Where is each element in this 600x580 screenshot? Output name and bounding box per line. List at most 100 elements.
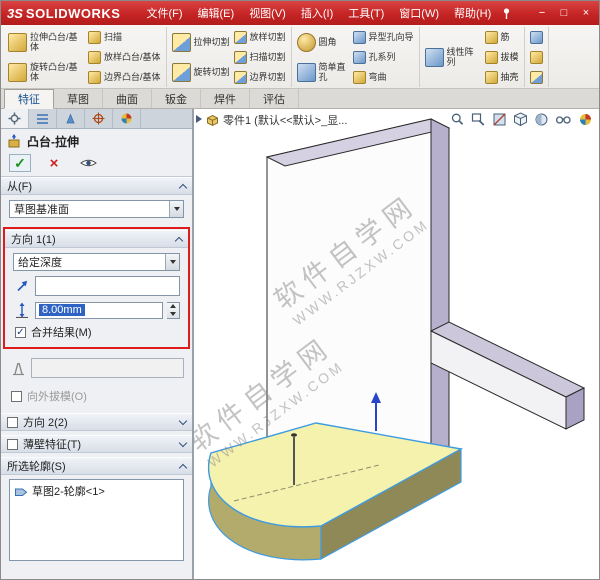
revolved-boss-button[interactable]: 旋转凸台/基体 xyxy=(8,58,84,86)
reverse-direction-icon[interactable] xyxy=(13,277,31,295)
section-thin-feature-header[interactable]: 薄壁特征(T) xyxy=(1,435,192,453)
tab-features[interactable]: 特征 xyxy=(4,89,54,109)
model-viewport[interactable] xyxy=(194,109,599,580)
merge-result-checkbox[interactable]: ✓ xyxy=(15,326,26,338)
end-condition-dropdown[interactable]: 给定深度 xyxy=(13,253,180,271)
panel-collapse-arrow-icon[interactable] xyxy=(196,115,202,123)
feature-title-row: 凸台-拉伸 xyxy=(1,129,192,152)
tab-feature-tree[interactable] xyxy=(29,109,57,128)
from-plane-dropdown[interactable]: 草图基准面 xyxy=(9,200,184,218)
spinner-up-icon[interactable] xyxy=(167,303,179,311)
zoom-fit-icon[interactable] xyxy=(450,112,465,127)
document-title: 零件1 (默认<<默认>_显... xyxy=(223,115,348,127)
section-direction1-header[interactable]: 方向 1(1) xyxy=(5,230,188,248)
rib-button[interactable]: 筋 xyxy=(484,30,519,44)
menu-edit[interactable]: 编辑(E) xyxy=(198,5,235,21)
solidworks-window: 3S SOLIDWORKS 文件(F) 编辑(E) 视图(V) 插入(I) 工具… xyxy=(0,0,600,580)
sweep-cut-button[interactable]: 扫描切割 xyxy=(233,50,286,64)
menu-help[interactable]: 帮助(H) xyxy=(454,5,491,21)
part-icon xyxy=(207,114,218,126)
section-view-icon[interactable] xyxy=(492,112,507,127)
restore-button[interactable]: □ xyxy=(557,7,571,19)
tab-weldments[interactable]: 焊件 xyxy=(201,89,250,108)
ribbon-button-cutoff[interactable] xyxy=(529,70,543,84)
menu-bar: 3S SOLIDWORKS 文件(F) 编辑(E) 视图(V) 插入(I) 工具… xyxy=(1,1,599,25)
menu-insert[interactable]: 插入(I) xyxy=(301,5,333,21)
pin-icon[interactable] xyxy=(501,7,512,20)
ribbon-group-cutoff xyxy=(525,27,549,87)
boundary-cut-button[interactable]: 边界切割 xyxy=(233,70,286,84)
minimize-button[interactable]: − xyxy=(535,7,549,19)
view-orientation-icon[interactable] xyxy=(513,112,528,127)
tab-dimxpert[interactable] xyxy=(85,109,113,128)
section-selected-contours-header[interactable]: 所选轮廓(S) xyxy=(1,457,192,475)
wall-side-face[interactable] xyxy=(430,118,450,466)
merge-result-row: ✓ 合并结果(M) xyxy=(15,324,178,340)
section-direction2-header[interactable]: 方向 2(2) xyxy=(1,413,192,431)
linear-pattern-button[interactable]: 线性阵列 xyxy=(424,43,481,71)
hole-wizard-button[interactable]: 异型孔向导 xyxy=(352,30,414,44)
graphics-area[interactable]: 零件1 (默认<<默认>_显... 软件自学网 WWW.RJZXW.COM 软件… xyxy=(194,109,599,580)
hide-show-items-icon[interactable] xyxy=(555,112,572,127)
flex-button[interactable]: 弯曲 xyxy=(352,70,414,84)
depth-spinner[interactable] xyxy=(167,301,180,319)
ribbon-button-cutoff[interactable] xyxy=(529,50,543,64)
sweep-button[interactable]: 扫描 xyxy=(88,30,161,44)
ribbon-group-pattern: 线性阵列 筋 拔模 抽壳 xyxy=(420,27,525,87)
simple-hole-button[interactable]: 简单直孔 xyxy=(296,58,349,86)
menu-items: 文件(F) 编辑(E) 视图(V) 插入(I) 工具(T) 窗口(W) 帮助(H… xyxy=(146,5,491,21)
loft-cut-button[interactable]: 放样切割 xyxy=(233,30,286,44)
tab-surfaces[interactable]: 曲面 xyxy=(103,89,152,108)
edit-appearance-icon[interactable] xyxy=(578,112,593,127)
tab-display-manager[interactable] xyxy=(57,109,85,128)
sweep-cut-icon xyxy=(233,50,247,64)
menu-window[interactable]: 窗口(W) xyxy=(399,5,439,21)
pattern-icon xyxy=(529,30,543,44)
loft-boss-icon xyxy=(88,50,101,64)
tab-evaluate[interactable]: 评估 xyxy=(250,89,299,108)
boundary-boss-button[interactable]: 边界凸台/基体 xyxy=(88,70,161,84)
ribbon-button-cutoff[interactable] xyxy=(529,30,543,44)
revolved-cut-icon xyxy=(171,62,191,82)
shell-button[interactable]: 抽壳 xyxy=(484,70,519,84)
zoom-area-icon[interactable] xyxy=(471,112,486,127)
cancel-button[interactable]: × xyxy=(43,154,65,172)
close-button[interactable]: × xyxy=(579,7,593,19)
ok-button[interactable]: ✓ xyxy=(9,154,31,172)
draft-angle-icon[interactable] xyxy=(9,359,27,377)
selected-contours-list[interactable]: 草图2-轮廓<1> xyxy=(9,479,184,561)
chevron-down-icon xyxy=(178,416,188,426)
section-from-header[interactable]: 从(F) xyxy=(1,177,192,195)
depth-input[interactable]: 8.00mm xyxy=(35,301,163,319)
menu-tools[interactable]: 工具(T) xyxy=(348,5,384,21)
list-item[interactable]: 草图2-轮廓<1> xyxy=(12,482,181,500)
revolved-cut-button[interactable]: 旋转切割 xyxy=(171,58,230,86)
draft-button[interactable]: 拔模 xyxy=(484,50,519,64)
thin-feature-checkbox[interactable] xyxy=(7,438,18,450)
loft-boss-button[interactable]: 放样凸台/基体 xyxy=(88,50,161,64)
hole-wizard-icon xyxy=(352,30,366,44)
chevron-up-icon xyxy=(174,236,184,246)
fillet-icon xyxy=(296,32,316,52)
panel-title: 凸台-拉伸 xyxy=(27,135,79,149)
extruded-cut-button[interactable]: 拉伸切割 xyxy=(171,28,230,56)
flex-icon xyxy=(352,70,366,84)
ribbon-group-fillet-hole: 圆角 简单直孔 异型孔向导 孔系列 弯曲 xyxy=(292,27,420,87)
fillet-button[interactable]: 圆角 xyxy=(296,28,349,56)
spinner-down-icon[interactable] xyxy=(167,310,179,318)
preview-button[interactable] xyxy=(77,154,99,172)
tab-property-manager[interactable] xyxy=(1,109,29,128)
menu-view[interactable]: 视图(V) xyxy=(249,5,286,21)
display-style-icon[interactable] xyxy=(534,112,549,127)
hole-series-button[interactable]: 孔系列 xyxy=(352,50,414,64)
direction-reference-input[interactable] xyxy=(35,276,180,296)
draft-outward-checkbox[interactable] xyxy=(11,390,22,402)
menu-file[interactable]: 文件(F) xyxy=(146,5,182,21)
direction2-checkbox[interactable] xyxy=(7,416,18,428)
tab-sketch[interactable]: 草图 xyxy=(54,89,103,108)
draft-outward-label: 向外拔模(O) xyxy=(27,391,87,403)
extruded-boss-button[interactable]: 拉伸凸台/基体 xyxy=(8,28,84,56)
tab-sheetmetal[interactable]: 钣金 xyxy=(152,89,201,108)
tab-appearances[interactable] xyxy=(113,109,141,128)
draft-angle-input[interactable] xyxy=(31,358,184,378)
